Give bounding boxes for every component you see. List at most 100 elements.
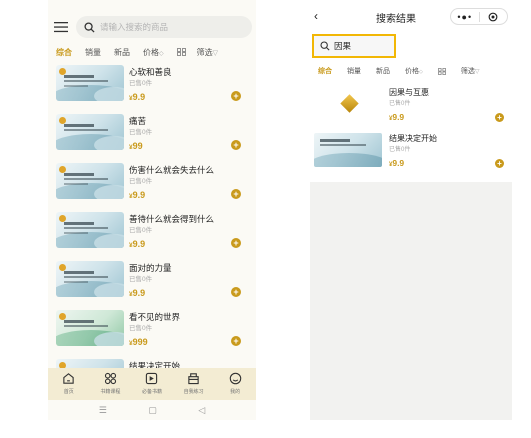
more-options-icon[interactable]: •●• (451, 10, 479, 24)
filter-price[interactable]: 价格◇ (143, 47, 164, 58)
product-price: ¥9.9 (129, 190, 145, 200)
search-result-list: 因果与互惠 已售0件 ¥9.9 + 结果决定开始 已售0件 ¥9.9 + (310, 82, 512, 182)
filter-comprehensive[interactable]: 综合 (318, 66, 332, 76)
price-value: 999 (132, 337, 148, 347)
bottom-tab-bar: 首页 书籍课程 必备书籍 自我练习 我的 (48, 368, 256, 400)
product-thumbnail (56, 163, 124, 199)
filter-bar: 综合 销量 新品 价格◇ 筛选▽ (310, 60, 512, 82)
filter-screen-label: 筛选 (196, 47, 213, 57)
tab-practice[interactable]: 自我练习 (173, 368, 215, 400)
home-button-icon[interactable]: ▢ (148, 405, 157, 416)
filter-screen-label: 筛选 (460, 68, 475, 75)
filter-new[interactable]: 新品 (376, 66, 390, 76)
product-title: 结果决定开始 (389, 134, 437, 143)
price-value: 99 (132, 141, 143, 151)
tab-label: 首页 (63, 389, 74, 395)
list-item[interactable]: 面对的力量 已售0件 ¥9.9 + (48, 259, 256, 308)
tab-label: 自我练习 (183, 389, 204, 395)
product-sold: 已售0件 (129, 325, 153, 332)
tab-home[interactable]: 首页 (48, 368, 90, 400)
list-item[interactable]: 伤害什么就会失去什么 已售0件 ¥9.9 + (48, 161, 256, 210)
tab-profile[interactable]: 我的 (214, 368, 256, 400)
product-thumbnail (56, 261, 124, 297)
search-icon (84, 21, 95, 33)
search-icon (320, 41, 330, 51)
tab-books[interactable]: 必备书籍 (131, 368, 173, 400)
list-item[interactable]: 痛苦 已售0件 ¥99 + (48, 112, 256, 161)
product-sold: 已售0件 (129, 276, 153, 283)
page-title: 搜索结果 (376, 14, 416, 25)
price-value: 9.9 (132, 288, 146, 298)
add-to-cart-button[interactable]: + (231, 238, 241, 248)
funnel-icon: ▽ (474, 69, 480, 75)
filter-screen[interactable]: 筛选▽ (461, 66, 480, 76)
product-sold: 已售0件 (389, 101, 411, 107)
search-row: 请输入搜索的商品 (52, 16, 252, 38)
price-value: 9.9 (392, 158, 405, 168)
add-to-cart-button[interactable]: + (495, 159, 504, 168)
miniprogram-capsule: •●• (450, 8, 508, 25)
price-value: 9.9 (392, 112, 405, 122)
product-price: ¥99 (129, 141, 143, 151)
product-thumbnail (314, 133, 382, 167)
filter-comprehensive[interactable]: 综合 (56, 47, 72, 58)
tab-label: 必备书籍 (141, 389, 162, 395)
funnel-icon: ▽ (212, 49, 219, 57)
product-sold: 已售0件 (129, 80, 153, 87)
product-sold: 已售0件 (129, 129, 153, 136)
filter-sales[interactable]: 销量 (85, 47, 101, 58)
nav-header: ‹ 搜索结果 •●• (310, 0, 512, 32)
filter-price[interactable]: 价格◇ (405, 66, 423, 76)
add-to-cart-button[interactable]: + (231, 336, 241, 346)
product-thumbnail (56, 65, 124, 101)
sort-arrows-icon: ◇ (419, 69, 423, 75)
tab-courses[interactable]: 书籍课程 (90, 368, 132, 400)
add-to-cart-button[interactable]: + (231, 91, 241, 101)
product-price: ¥9.9 (389, 158, 404, 168)
product-thumbnail (314, 87, 382, 121)
system-nav-bar: ☰ ▢ ◁ (48, 400, 256, 420)
list-item[interactable]: 看不见的世界 已售0件 ¥999 + (48, 308, 256, 357)
back-button-icon[interactable]: ◁ (198, 405, 205, 416)
product-price: ¥9.9 (129, 239, 145, 249)
product-price: ¥999 (129, 337, 148, 347)
target-icon (488, 12, 498, 21)
product-sold: 已售0件 (129, 178, 153, 185)
product-list: 心软和善良 已售0件 ¥9.9 + 痛苦 已售0件 ¥99 + 伤害什么就会失去… (48, 63, 256, 406)
filter-new[interactable]: 新品 (114, 47, 130, 58)
list-item[interactable]: 因果与互惠 已售0件 ¥9.9 + (310, 82, 512, 128)
add-to-cart-button[interactable]: + (231, 140, 241, 150)
list-item[interactable]: 结果决定开始 已售0件 ¥9.9 + (310, 128, 512, 174)
search-input[interactable]: 请输入搜索的商品 (76, 16, 252, 38)
search-results-screen: ‹ 搜索结果 •●• 因果 综合 销量 新品 价格◇ 筛选▽ 因果与互惠 已售0… (310, 0, 512, 420)
add-to-cart-button[interactable]: + (495, 113, 504, 122)
menu-icon[interactable] (54, 21, 68, 33)
product-thumbnail (56, 310, 124, 346)
filter-sales[interactable]: 销量 (347, 66, 361, 76)
price-value: 9.9 (132, 92, 146, 102)
add-to-cart-button[interactable]: + (231, 287, 241, 297)
list-item[interactable]: 心软和善良 已售0件 ¥9.9 + (48, 63, 256, 112)
product-price: ¥9.9 (129, 288, 145, 298)
practice-icon (188, 373, 199, 385)
product-thumbnail (56, 212, 124, 248)
search-input[interactable]: 因果 (312, 34, 396, 58)
close-miniprogram-icon[interactable] (480, 12, 508, 22)
grid-icon[interactable] (176, 48, 186, 56)
back-arrow-icon[interactable]: ‹ (314, 9, 318, 23)
product-sold: 已售0件 (389, 147, 411, 153)
tab-label: 我的 (230, 389, 241, 395)
filter-price-label: 价格 (143, 47, 159, 57)
filter-price-label: 价格 (405, 68, 419, 75)
search-bar: 因果 (310, 32, 512, 60)
recent-apps-icon[interactable]: ☰ (99, 405, 107, 416)
add-to-cart-button[interactable]: + (231, 189, 241, 199)
filter-screen[interactable]: 筛选▽ (197, 47, 218, 58)
product-title: 因果与互惠 (389, 88, 429, 97)
grid-icon[interactable] (438, 67, 446, 75)
book-icon (146, 372, 158, 385)
sort-arrows-icon: ◇ (159, 50, 164, 57)
home-icon (63, 373, 74, 384)
product-sold: 已售0件 (129, 227, 153, 234)
list-item[interactable]: 善待什么就会得到什么 已售0件 ¥9.9 + (48, 210, 256, 259)
